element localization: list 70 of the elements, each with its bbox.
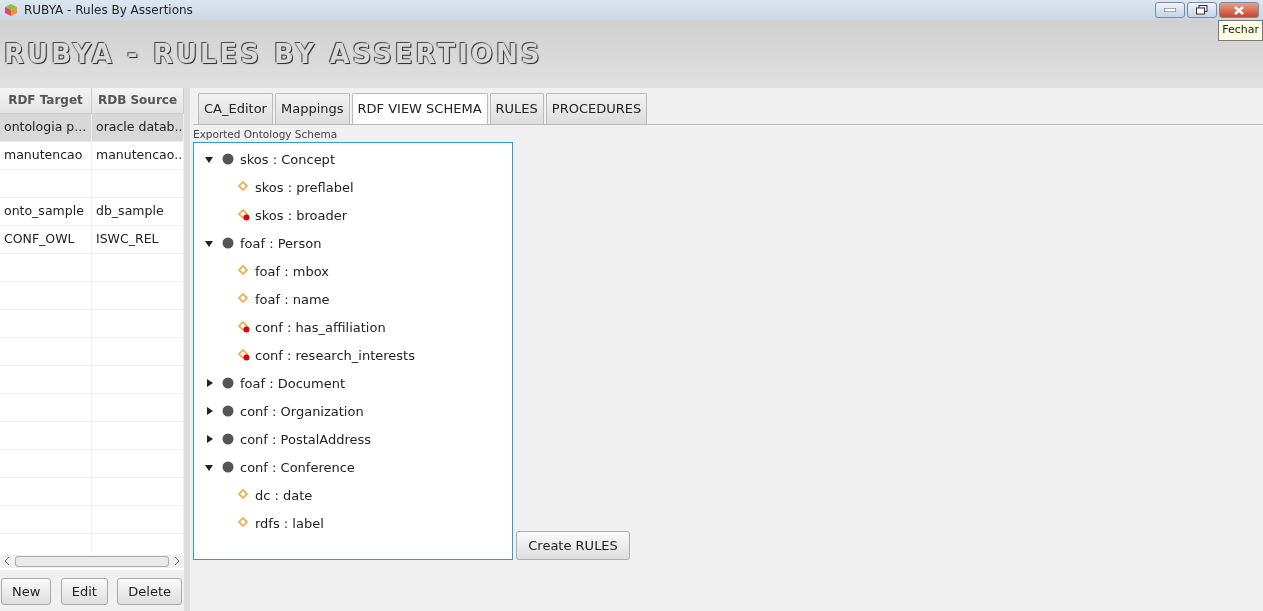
tree-item[interactable]: skos : Concept — [240, 149, 335, 169]
property-icon — [238, 181, 250, 194]
tree-item[interactable]: skos : preflabel — [255, 177, 354, 197]
tab[interactable]: Mappings — [274, 93, 350, 124]
close-icon — [1234, 5, 1244, 15]
class-icon — [222, 237, 234, 250]
property-icon — [238, 293, 250, 306]
tab[interactable]: RDF VIEW SCHEMA — [351, 93, 488, 124]
tab[interactable]: PROCEDURES — [545, 93, 648, 124]
table-cell: ontologia p... — [0, 113, 92, 141]
minimize-icon — [1164, 8, 1176, 12]
expand-icon[interactable] — [205, 379, 213, 388]
tree-item[interactable]: conf : research_interests — [255, 345, 415, 365]
table-cell: oracle datab... — [92, 113, 184, 141]
tree-item[interactable]: conf : PostalAddress — [240, 429, 372, 449]
restore-button[interactable] — [1187, 2, 1217, 18]
property-icon — [238, 209, 250, 222]
create-rules-button[interactable]: Create RULES — [516, 530, 630, 561]
scroll-right-icon[interactable] — [173, 556, 181, 567]
close-button[interactable] — [1219, 2, 1259, 18]
window-title: RUBYA - Rules By Assertions — [24, 2, 193, 19]
tree-item[interactable]: dc : date — [255, 485, 313, 505]
column-header[interactable]: RDB Source — [92, 88, 184, 114]
class-icon — [222, 153, 234, 166]
class-icon — [222, 433, 234, 446]
table-row[interactable]: manutencao manutencao... — [0, 141, 184, 170]
table-row[interactable]: onto_sample db_sample — [0, 197, 184, 226]
table-action-button[interactable]: New — [1, 577, 52, 605]
tree-item[interactable]: skos : broader — [255, 205, 348, 225]
restore-icon — [1196, 5, 1208, 15]
tree-item[interactable]: conf : Organization — [240, 401, 364, 421]
table-row[interactable]: ontologia p... oracle datab... — [0, 113, 184, 142]
expand-icon[interactable] — [205, 435, 213, 444]
scroll-left-icon[interactable] — [3, 556, 11, 567]
table-row[interactable]: CONF_OWL ISWC_REL — [0, 225, 184, 254]
table-cell: db_sample — [92, 197, 184, 225]
collapse-icon[interactable] — [205, 463, 213, 472]
logo-text: RUBYA - RULES BY ASSERTIONS — [4, 37, 543, 71]
property-icon — [238, 349, 250, 362]
collapse-icon[interactable] — [205, 239, 213, 248]
tab[interactable]: RULES — [489, 93, 544, 124]
tree-item[interactable]: foaf : mbox — [255, 261, 329, 281]
app-icon — [4, 3, 18, 17]
tree-item[interactable]: foaf : Document — [240, 373, 346, 393]
tab[interactable]: CA_Editor — [198, 93, 273, 124]
class-icon — [222, 461, 234, 474]
expand-icon[interactable] — [205, 407, 213, 416]
table-cell: manutencao — [0, 141, 92, 169]
property-icon — [238, 489, 250, 502]
scrollbar-thumb[interactable] — [15, 555, 169, 567]
class-icon — [222, 405, 234, 418]
table-cell: manutencao... — [92, 141, 184, 169]
tree-item[interactable]: conf : has_affiliation — [255, 317, 386, 337]
class-icon — [222, 377, 234, 390]
table-cell: onto_sample — [0, 197, 92, 225]
tree-item[interactable]: foaf : name — [255, 289, 330, 309]
column-header[interactable]: RDF Target — [0, 88, 92, 114]
tooltip: Fechar — [1218, 20, 1263, 41]
table-cell: CONF_OWL — [0, 225, 92, 253]
tree-item[interactable]: rdfs : label — [255, 513, 324, 533]
panel-caption: Exported Ontology Schema — [193, 126, 339, 142]
tree-item[interactable]: conf : Conference — [240, 457, 355, 477]
table-action-button[interactable]: Edit — [60, 577, 108, 605]
table-cell: ISWC_REL — [92, 225, 184, 253]
table-action-button[interactable]: Delete — [117, 577, 182, 605]
property-icon — [238, 517, 250, 530]
collapse-icon[interactable] — [205, 155, 213, 164]
property-icon — [238, 321, 250, 334]
property-icon — [238, 265, 250, 278]
tree-item[interactable]: foaf : Person — [240, 233, 322, 253]
